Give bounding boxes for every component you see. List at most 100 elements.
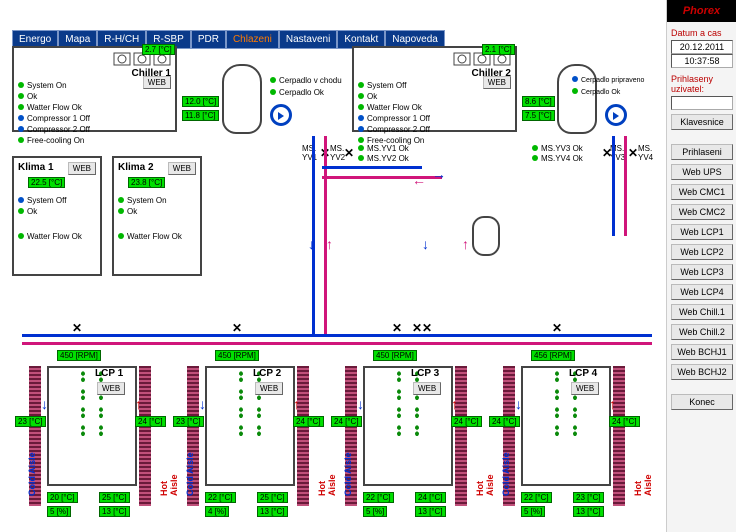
klima-1-web-button[interactable]: WEB: [68, 162, 96, 175]
klima-2-web-button[interactable]: WEB: [168, 162, 196, 175]
lcp-out-1: 22 [°C]: [205, 492, 236, 503]
sidebar-button-prihlaseni[interactable]: Prihlaseni: [671, 144, 733, 160]
sidebar-button-web-lcp1[interactable]: Web LCP1: [671, 224, 733, 240]
lcp-out-3: 25 [°C]: [99, 492, 130, 503]
hot-aisle-bar: [455, 366, 467, 506]
sidebar: Phorex Datum a cas 20.12.2011 10:37:58 P…: [666, 0, 736, 532]
lcp-cold-in-temp: 23 [°C]: [173, 416, 204, 427]
arrow-icon: ↑: [451, 396, 458, 412]
valve-x-icon: ✕: [72, 321, 82, 335]
valve-yv2-ok: MS.YV2 Ok: [358, 154, 409, 163]
arrow-icon: ↑: [293, 396, 300, 412]
sidebar-button-konec[interactable]: Konec: [671, 394, 733, 410]
chiller-1-top-temp: 2.7 [°C]: [142, 44, 175, 55]
arrow-icon: ↓: [199, 396, 206, 412]
arrow-icon: ↓: [357, 396, 364, 412]
tank-2: [557, 64, 597, 134]
status-line: Compressor 1 Off: [358, 114, 511, 123]
hot-aisle-bar: [613, 366, 625, 506]
lcp-out-1: 22 [°C]: [521, 492, 552, 503]
sidebar-button-web-ups[interactable]: Web UPS: [671, 164, 733, 180]
lcp-hot-in-temp: 24 [°C]: [451, 416, 482, 427]
valve-yv1-ok: MS.YV1 Ok: [358, 144, 409, 153]
pump-2: [605, 104, 627, 126]
lcp-title: LCP 4: [569, 368, 597, 379]
lcp-out-2: 5 [%]: [47, 506, 71, 517]
lcp-hot-in-temp: 24 [°C]: [293, 416, 324, 427]
status-line: System On: [118, 196, 196, 205]
valve-yv4-ok: MS.YV4 Ok: [532, 154, 583, 163]
sidebar-button-web-cmc2[interactable]: Web CMC2: [671, 204, 733, 220]
arrow-icon: ↓: [515, 396, 522, 412]
valve-yv4-label: MS. YV4: [638, 144, 653, 162]
lcp-rpm: 450 [RPM]: [215, 350, 259, 361]
status-line: Watter Flow Ok: [18, 232, 96, 241]
cold-aisle-label: Cold Aisle: [343, 452, 353, 496]
user-label: Prihlaseny uzivatel:: [671, 74, 732, 94]
date-label: Datum a cas: [671, 28, 732, 38]
arrow-icon: ←: [412, 172, 426, 188]
lcp-web-button[interactable]: WEB: [255, 382, 283, 395]
lcp-out-1: 22 [°C]: [363, 492, 394, 503]
chiller-2-top-temp: 2.1 [°C]: [482, 44, 515, 55]
lcp-rpm: 450 [RPM]: [373, 350, 417, 361]
hot-aisle-label: Hot Aisle: [633, 475, 653, 497]
user-field[interactable]: [671, 96, 733, 110]
sidebar-button-web-bchj1[interactable]: Web BCHJ1: [671, 344, 733, 360]
date-field: 20.12.2011: [671, 40, 733, 54]
brand-logo: Phorex: [667, 0, 736, 22]
chiller-2-panel: Chiller 2 System OffOkWatter Flow OkComp…: [352, 46, 517, 132]
cold-aisle-label: Cold Aisle: [185, 452, 195, 496]
status-line: Watter Flow Ok: [358, 103, 511, 112]
sidebar-button-web-bchj2[interactable]: Web BCHJ2: [671, 364, 733, 380]
sidebar-button-web-lcp4[interactable]: Web LCP4: [671, 284, 733, 300]
status-line: Compressor 1 Off: [18, 114, 171, 123]
lcp-out-3: 23 [°C]: [573, 492, 604, 503]
sidebar-button-web-lcp2[interactable]: Web LCP2: [671, 244, 733, 260]
chiller-1-out-temp-1: 12.0 [°C]: [182, 96, 219, 107]
lcp-out-2: 4 [%]: [205, 506, 229, 517]
chiller-1-web-button[interactable]: WEB: [143, 76, 171, 89]
valve-x-icon: ✕: [602, 146, 612, 160]
chiller-2-out-temp-2: 7.5 [°C]: [522, 110, 555, 121]
lcp-web-button[interactable]: WEB: [571, 382, 599, 395]
valve-x-icon: ✕: [232, 321, 242, 335]
arrow-icon: ↓: [308, 236, 315, 252]
chiller-1-panel: Chiller 1 System OnOkWatter Flow OkCompr…: [12, 46, 177, 132]
time-field: 10:37:58: [671, 54, 733, 68]
status-line: Compressor 2 Off: [358, 125, 511, 134]
lcp-out-3: 25 [°C]: [257, 492, 288, 503]
status-line: Ok: [358, 92, 511, 101]
lcp-3: 450 [RPM]Cold AisleHot AisleLCP 3WEB24 […: [333, 346, 483, 511]
status-line: Compressor 2 Off: [18, 125, 171, 134]
valve-x-icon: ✕: [392, 321, 402, 335]
sidebar-button-web-cmc1[interactable]: Web CMC1: [671, 184, 733, 200]
arrow-icon: ↑: [326, 236, 333, 252]
lcp-web-button[interactable]: WEB: [413, 382, 441, 395]
status-line: System Off: [18, 196, 96, 205]
hot-aisle-bar: [297, 366, 309, 506]
valve-x-icon: ✕: [344, 146, 354, 160]
pump-1: [270, 104, 292, 126]
sidebar-button-web-chill-1[interactable]: Web Chill.1: [671, 304, 733, 320]
status-line: Free-cooling On: [18, 136, 171, 145]
chiller-2-out-temp-1: 8.6 [°C]: [522, 96, 555, 107]
sidebar-button-web-lcp3[interactable]: Web LCP3: [671, 264, 733, 280]
lcp-cold-in-temp: 23 [°C]: [15, 416, 46, 427]
sidebar-button-web-chill-2[interactable]: Web Chill.2: [671, 324, 733, 340]
sidebar-button-klavesnice[interactable]: Klavesnice: [671, 114, 733, 130]
lcp-web-button[interactable]: WEB: [97, 382, 125, 395]
arrow-icon: ↑: [462, 236, 469, 252]
klima-2-temp: 23.8 [°C]: [128, 177, 165, 188]
lcp-out-2: 5 [%]: [363, 506, 387, 517]
status-line: Ok: [18, 207, 96, 216]
status-line: Ok: [18, 92, 171, 101]
valve-x-icon: ✕: [552, 321, 562, 335]
lcp-cold-in-temp: 24 [°C]: [489, 416, 520, 427]
lcp-hot-in-temp: 24 [°C]: [609, 416, 640, 427]
lcp-out-4: 13 [°C]: [99, 506, 130, 517]
lcp-out-2: 5 [%]: [521, 506, 545, 517]
cold-aisle-label: Cold Aisle: [27, 452, 37, 496]
lcp-title: LCP 1: [95, 368, 123, 379]
chiller-2-web-button[interactable]: WEB: [483, 76, 511, 89]
